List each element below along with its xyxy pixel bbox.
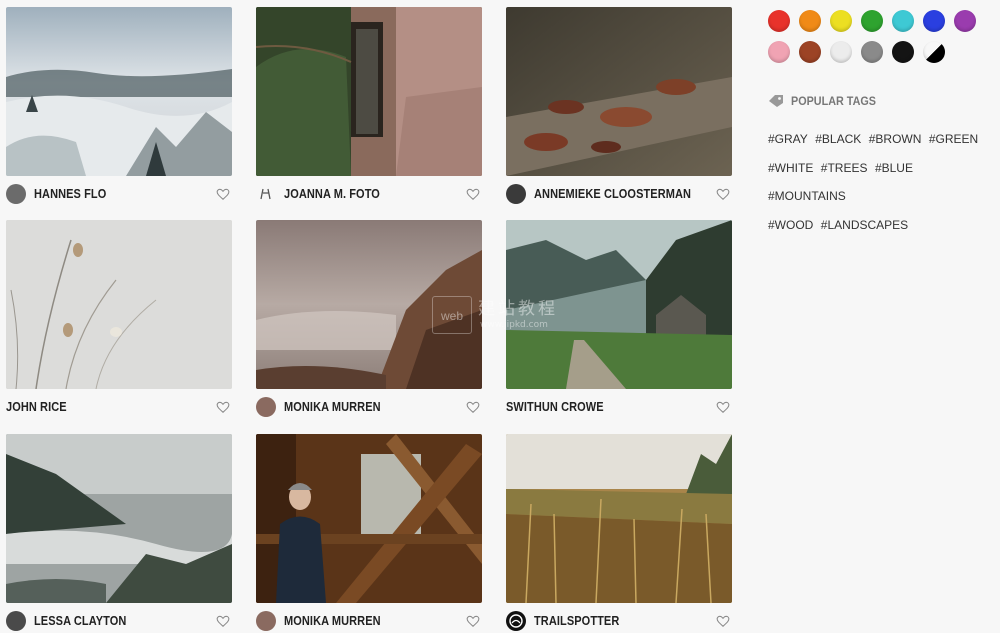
photo-foggy-valley[interactable]	[6, 434, 232, 603]
author-name[interactable]: JOANNA M. FOTO	[284, 187, 380, 201]
author-name[interactable]: ANNEMIEKE CLOOSTERMAN	[534, 187, 691, 201]
photo-card[interactable]: LESSA CLAYTON	[6, 434, 232, 633]
author-avatar[interactable]	[506, 611, 526, 631]
author-name[interactable]: HANNES FLO	[34, 187, 106, 201]
popular-tags-title: POPULAR TAGS	[791, 94, 877, 108]
photo-card[interactable]: ANNEMIEKE CLOOSTERMAN	[506, 7, 732, 212]
color-swatch-purple[interactable]	[954, 10, 976, 32]
author-avatar[interactable]	[256, 184, 276, 204]
heart-icon[interactable]	[466, 400, 480, 414]
heart-icon[interactable]	[216, 400, 230, 414]
photo-woman-barn[interactable]	[256, 434, 482, 603]
author-avatar[interactable]	[6, 184, 26, 204]
tag-list: #GRAY #BLACK #BROWN #GREEN #WHITE #TREES…	[768, 125, 988, 239]
color-swatch-gray[interactable]	[861, 41, 883, 63]
color-swatch-pink[interactable]	[768, 41, 790, 63]
photo-meta: MONIKA MURREN	[256, 389, 482, 425]
color-swatch-brown[interactable]	[799, 41, 821, 63]
photo-card[interactable]: JOHN RICE	[6, 220, 232, 425]
tag-link[interactable]: #BLACK	[815, 132, 861, 146]
photo-dry-grass[interactable]	[6, 220, 232, 389]
photo-meta: TRAILSPOTTER	[506, 603, 732, 633]
author-name[interactable]: TRAILSPOTTER	[534, 614, 619, 628]
color-swatch-cyan[interactable]	[892, 10, 914, 32]
tag-link[interactable]: #BROWN	[869, 132, 922, 146]
photo-forest-path[interactable]	[506, 220, 732, 389]
popular-tags-heading: POPULAR TAGS	[768, 94, 993, 108]
photo-meta: JOHN RICE	[6, 389, 232, 425]
page: HANNES FLO JOANNA M. FOTO ANNEMIEKE CLOO…	[0, 0, 1000, 633]
tag-link[interactable]: #GREEN	[929, 132, 978, 146]
tag-link[interactable]: #WHITE	[768, 161, 813, 175]
author-avatar[interactable]	[506, 184, 526, 204]
heart-icon[interactable]	[216, 614, 230, 628]
tag-icon	[769, 95, 783, 107]
color-swatch-red[interactable]	[768, 10, 790, 32]
tag-link[interactable]: #WOOD	[768, 218, 813, 232]
color-swatch-orange[interactable]	[799, 10, 821, 32]
photo-card[interactable]: SWITHUN CROWE	[506, 220, 732, 425]
photo-meta: JOANNA M. FOTO	[256, 176, 482, 212]
photo-card[interactable]: TRAILSPOTTER	[506, 434, 732, 633]
photo-meta: LESSA CLAYTON	[6, 603, 232, 633]
heart-icon[interactable]	[466, 187, 480, 201]
heart-icon[interactable]	[716, 614, 730, 628]
photo-card[interactable]: MONIKA MURREN	[256, 434, 482, 633]
author-name[interactable]: JOHN RICE	[6, 400, 67, 414]
heart-icon[interactable]	[716, 187, 730, 201]
photo-foggy-forest[interactable]	[6, 7, 232, 176]
color-swatch-green[interactable]	[861, 10, 883, 32]
author-name[interactable]: SWITHUN CROWE	[506, 400, 604, 414]
color-swatch-black[interactable]	[892, 41, 914, 63]
photo-dry-leaves[interactable]	[506, 7, 732, 176]
sidebar: POPULAR TAGS #GRAY #BLACK #BROWN #GREEN …	[768, 10, 993, 239]
heart-icon[interactable]	[216, 187, 230, 201]
photo-meta: SWITHUN CROWE	[506, 389, 732, 425]
author-avatar[interactable]	[256, 397, 276, 417]
tag-link[interactable]: #LANDSCAPES	[821, 218, 908, 232]
color-filter	[768, 10, 993, 63]
tag-link[interactable]: #GRAY	[768, 132, 808, 146]
photo-brick-ruin[interactable]	[256, 7, 482, 176]
photo-card[interactable]: MONIKA MURREN	[256, 220, 482, 425]
tag-link[interactable]: #BLUE	[875, 161, 913, 175]
color-swatch-yellow[interactable]	[830, 10, 852, 32]
color-swatch-black-white[interactable]	[923, 41, 945, 63]
tag-link[interactable]: #TREES	[821, 161, 868, 175]
color-swatch-white[interactable]	[830, 41, 852, 63]
photo-meta: ANNEMIEKE CLOOSTERMAN	[506, 176, 732, 212]
heart-icon[interactable]	[716, 400, 730, 414]
author-name[interactable]: MONIKA MURREN	[284, 400, 381, 414]
heart-icon[interactable]	[466, 614, 480, 628]
photo-meta: MONIKA MURREN	[256, 603, 482, 633]
tag-link[interactable]: #MOUNTAINS	[768, 189, 846, 203]
author-name[interactable]: LESSA CLAYTON	[34, 614, 126, 628]
photo-golden-meadow[interactable]	[506, 434, 732, 603]
author-avatar[interactable]	[6, 611, 26, 631]
author-name[interactable]: MONIKA MURREN	[284, 614, 381, 628]
photo-card[interactable]: JOANNA M. FOTO	[256, 7, 482, 212]
photo-misty-cliff[interactable]	[256, 220, 482, 389]
author-avatar[interactable]	[256, 611, 276, 631]
color-swatch-blue[interactable]	[923, 10, 945, 32]
photo-card[interactable]: HANNES FLO	[6, 7, 232, 212]
photo-meta: HANNES FLO	[6, 176, 232, 212]
